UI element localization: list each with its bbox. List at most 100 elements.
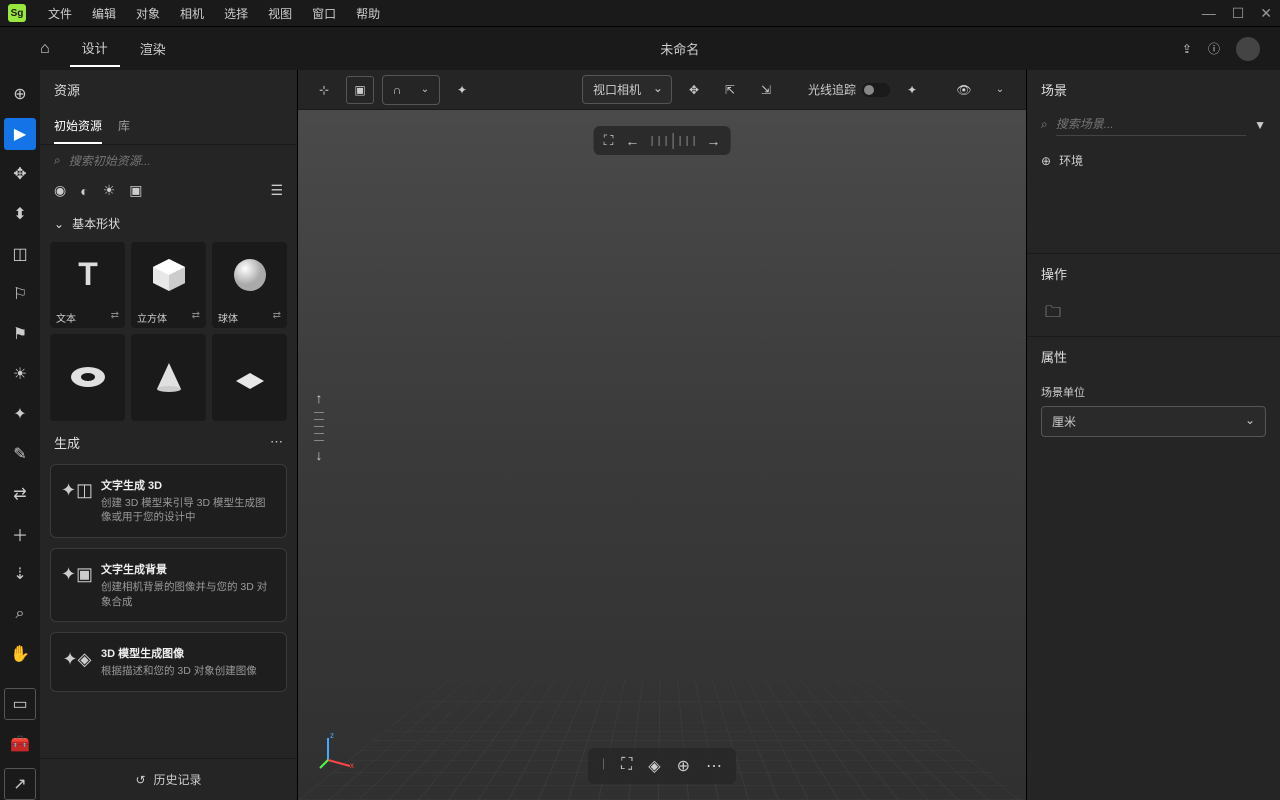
vt-magnet-icon[interactable]: ∩ (383, 76, 411, 104)
vt-magnet-caret[interactable]: ⌄ (411, 76, 439, 104)
scene-search-input[interactable] (1056, 113, 1246, 136)
vpb-expand-icon[interactable]: ⛶ (621, 756, 632, 776)
generate-header: 生成 (54, 433, 80, 452)
asset-torus[interactable] (50, 334, 125, 420)
vt-cam3-icon[interactable]: ⇲ (752, 76, 780, 104)
tool-brush[interactable]: ✎ (4, 438, 36, 470)
vt-sparkle-icon[interactable]: ✦ (448, 76, 476, 104)
filter-cube-icon[interactable]: ◉ (54, 182, 66, 199)
tl-ticks[interactable] (651, 133, 694, 149)
scene-header: 场景 (1027, 70, 1280, 109)
filter-icon[interactable]: ▼ (1254, 118, 1266, 132)
tool-flag[interactable]: ⚑ (4, 318, 36, 350)
asset-text[interactable]: T 文本⇄ (50, 242, 125, 328)
tab-library[interactable]: 库 (118, 109, 130, 144)
tool-light[interactable]: ☀ (4, 358, 36, 390)
filter-image-icon[interactable]: ▣ (129, 182, 142, 199)
tool-select[interactable]: ▶ (4, 118, 36, 150)
tab-render[interactable]: 渲染 (128, 31, 178, 66)
tool-add[interactable]: ⊕ (4, 78, 36, 110)
tree-environment[interactable]: ⊕ 环境 (1041, 148, 1266, 173)
menu-select[interactable]: 选择 (214, 1, 258, 26)
home-icon[interactable]: ⌂ (40, 40, 50, 58)
gen-card-desc: 创建相机背景的图像并与您的 3D 对象合成 (101, 580, 274, 609)
vp-zoom-slider[interactable]: ↑ ↓ (314, 390, 324, 463)
window-close[interactable]: ✕ (1260, 5, 1272, 22)
asset-cone[interactable] (131, 334, 206, 420)
vt-cursor-icon[interactable]: ⊹ (310, 76, 338, 104)
tab-design[interactable]: 设计 (70, 30, 120, 67)
tl-expand-icon[interactable]: ⛶ (604, 132, 614, 149)
tl-prev-icon[interactable]: ← (625, 133, 639, 149)
env-label: 环境 (1059, 152, 1083, 169)
zoom-up-icon[interactable]: ↑ (316, 390, 323, 406)
history-button[interactable]: ↺ 历史记录 (40, 758, 297, 800)
vt-frame-icon[interactable]: ▣ (346, 76, 374, 104)
filter-light-icon[interactable]: ☀ (103, 182, 116, 199)
filter-sphere-icon[interactable]: ◐ (80, 183, 88, 199)
tool-toolbox[interactable]: 🧰 (4, 728, 36, 760)
assets-search-input[interactable] (69, 154, 283, 168)
user-avatar[interactable] (1236, 37, 1260, 61)
tool-move[interactable]: ✥ (4, 158, 36, 190)
vpb-more-icon[interactable]: ⋯ (706, 756, 722, 776)
app-logo: Sg (8, 4, 26, 22)
window-maximize[interactable]: ☐ (1232, 5, 1245, 22)
tool-dropper[interactable]: ⇣ (4, 558, 36, 590)
menu-window[interactable]: 窗口 (302, 1, 346, 26)
tool-paint[interactable]: ⚐ (4, 278, 36, 310)
tool-scale[interactable]: ⬍ (4, 198, 36, 230)
zoom-down-icon[interactable]: ↓ (316, 447, 323, 463)
asset-sphere[interactable]: 球体 ⇄ (212, 242, 287, 328)
menu-camera[interactable]: 相机 (170, 1, 214, 26)
vt-cam2-icon[interactable]: ⇱ (716, 76, 744, 104)
gen-text-to-bg[interactable]: ✦▣ 文字生成背景 创建相机背景的图像并与您的 3D 对象合成 (50, 548, 287, 622)
camera-select[interactable]: 视口相机 ⌄ (582, 75, 672, 104)
viewport-canvas[interactable]: ⛶ ← → ↑ ↓ zx | ⛶ ◈ ⊕ ⋯ (298, 110, 1026, 800)
asset-options-icon[interactable]: ⇄ (192, 310, 200, 325)
window-minimize[interactable]: — (1202, 5, 1216, 22)
tool-search[interactable]: ⌕ (4, 598, 36, 630)
menu-file[interactable]: 文件 (38, 1, 82, 26)
gen-3d-to-image[interactable]: ✦◈ 3D 模型生成图像 根据描述和您的 3D 对象创建图像 (50, 632, 287, 692)
search-icon: ⌕ (54, 153, 61, 168)
vpb-cube-icon[interactable]: ◈ (648, 756, 660, 776)
raytrace-label: 光线追踪 (808, 81, 856, 98)
asset-options-icon[interactable]: ⇄ (273, 310, 281, 325)
tool-primitive[interactable]: ◫ (4, 238, 36, 270)
tool-export[interactable]: ↗ (4, 768, 36, 800)
vt-settings-icon[interactable]: ✦ (898, 76, 926, 104)
menu-object[interactable]: 对象 (126, 1, 170, 26)
vt-visibility-caret[interactable]: ⌄ (986, 76, 1014, 104)
section-basic-shapes[interactable]: ⌄ 基本形状 (40, 205, 297, 242)
tool-wand[interactable]: ✦ (4, 398, 36, 430)
more-icon[interactable]: ⋯ (270, 434, 283, 450)
asset-plane[interactable] (212, 334, 287, 420)
vt-visibility-icon[interactable]: 👁 (950, 76, 978, 104)
tool-hand[interactable]: ✋ (4, 638, 36, 670)
vt-cam1-icon[interactable]: ✥ (680, 76, 708, 104)
menu-help[interactable]: 帮助 (346, 1, 390, 26)
vpb-add-icon[interactable]: ⊕ (677, 756, 690, 776)
timeline-bar: ⛶ ← → (594, 126, 731, 155)
asset-sphere-label: 球体 (218, 310, 238, 325)
axis-gizmo[interactable]: zx (318, 730, 358, 770)
tool-swap[interactable]: ⇄ (4, 478, 36, 510)
menu-edit[interactable]: 编辑 (82, 1, 126, 26)
gen-card-title: 文字生成 3D (101, 477, 274, 493)
menu-view[interactable]: 视图 (258, 1, 302, 26)
tl-next-icon[interactable]: → (706, 133, 720, 149)
tab-starter-assets[interactable]: 初始资源 (54, 109, 102, 144)
share-icon[interactable]: ⇪ (1182, 42, 1192, 56)
asset-cube[interactable]: 立方体⇄ (131, 242, 206, 328)
unit-select[interactable]: 厘米 ⌄ (1041, 406, 1266, 437)
help-icon[interactable]: ⓘ (1208, 40, 1220, 57)
raytrace-toggle[interactable] (862, 83, 890, 97)
folder-icon[interactable]: 🗀 (1041, 300, 1065, 325)
tool-archive[interactable]: ▭ (4, 688, 36, 720)
gen-text-to-3d[interactable]: ✦◫ 文字生成 3D 创建 3D 模型来引导 3D 模型生成图像或用于您的设计中 (50, 464, 287, 538)
list-view-icon[interactable]: ☰ (270, 182, 283, 199)
asset-options-icon[interactable]: ⇄ (111, 310, 119, 325)
viewport-bottom-bar: | ⛶ ◈ ⊕ ⋯ (588, 748, 736, 784)
tool-plus[interactable]: ＋ (4, 518, 36, 550)
